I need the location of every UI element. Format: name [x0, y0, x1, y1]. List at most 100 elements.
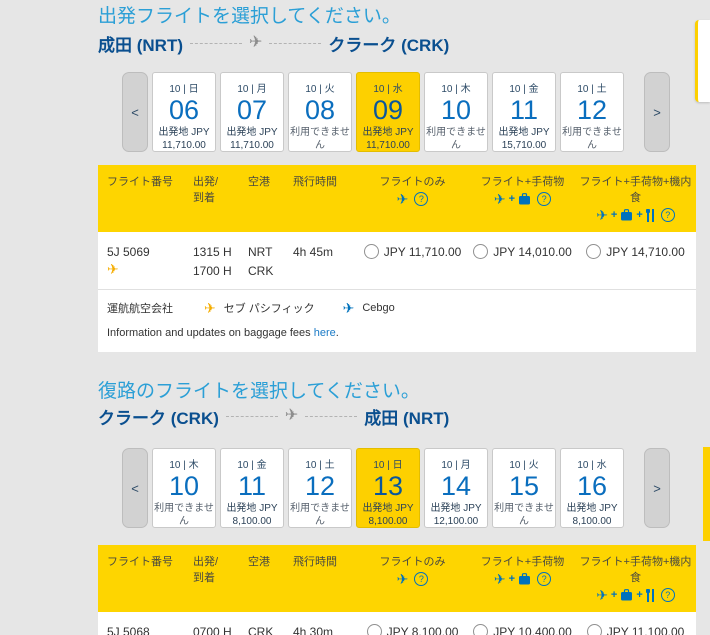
return-prev-dates-button[interactable]: <: [122, 448, 148, 528]
meal-icon: [646, 589, 655, 602]
fare-price: JPY 8,100.00: [387, 623, 459, 635]
plus-sign: +: [509, 574, 515, 585]
date-day-label: 10 | 水: [577, 456, 606, 471]
date-card[interactable]: 10 | 金 11 出発地 JPY8,100.00: [220, 448, 284, 528]
help-icon[interactable]: ?: [414, 192, 428, 206]
radio-button[interactable]: [364, 244, 379, 259]
date-card-selected[interactable]: 10 | 水 09 出発地 JPY11,710.00: [356, 72, 420, 152]
route-dash-line: [190, 43, 242, 44]
date-card[interactable]: 10 | 月 14 出発地 JPY12,100.00: [424, 448, 488, 528]
cebgo-plane-icon: ✈: [343, 301, 355, 315]
date-card-unavailable[interactable]: 10 | 木 10 利用できません: [152, 448, 216, 528]
date-day-label: 10 | 月: [237, 80, 266, 95]
fare-option-flight-baggage-meal[interactable]: JPY 14,710.00: [575, 243, 696, 280]
date-day-label: 10 | 火: [305, 80, 334, 95]
route-plane-icon: ✈: [285, 408, 298, 424]
return-next-dates-button[interactable]: >: [644, 448, 670, 528]
flight-row: 5J 5069 ✈ 1315 H1700 H NRTCRK 4h 45m JPY…: [98, 232, 696, 280]
help-icon[interactable]: ?: [661, 588, 675, 602]
fare-option-flight-only[interactable]: JPY 8,100.00: [355, 623, 470, 635]
radio-button[interactable]: [587, 624, 602, 635]
date-number: 06: [169, 95, 199, 125]
col-dep-arr: 出発/到着: [193, 173, 248, 232]
help-icon[interactable]: ?: [414, 572, 428, 586]
col-dep-arr: 出発/到着: [193, 553, 248, 612]
baggage-fees-link[interactable]: here: [314, 327, 336, 339]
fare-price: JPY 11,710.00: [384, 243, 462, 262]
date-card-unavailable[interactable]: 10 | 火 15 利用できません: [492, 448, 556, 528]
fare-option-flight-baggage[interactable]: JPY 14,010.00: [470, 243, 575, 280]
baggage-icon: [518, 193, 531, 205]
operating-carrier-label: 運航航空会社: [107, 300, 204, 316]
col-flight-number: フライト番号: [98, 173, 193, 232]
date-card-selected[interactable]: 10 | 日 13 出発地 JPY8,100.00: [356, 448, 420, 528]
date-card-unavailable[interactable]: 10 | 火 08 利用できません: [288, 72, 352, 152]
radio-button[interactable]: [367, 624, 382, 635]
return-route: クラーク (CRK) ✈ 成田 (NRT): [98, 404, 449, 428]
date-card[interactable]: 10 | 日 06 出発地 JPY11,710.00: [152, 72, 216, 152]
date-unavailable-label: 利用できません: [561, 126, 623, 152]
date-number: 09: [373, 95, 403, 125]
fare-option-flight-baggage[interactable]: JPY 10,400.00: [470, 623, 575, 635]
fare-table-header: フライト番号 出発/到着 空港 飛行時間 フライトのみ ✈ ? フライト+手荷物…: [98, 165, 696, 232]
route-dash-line: [226, 416, 278, 417]
col-fare-flight-baggage: フライト+手荷物 ✈ + ?: [470, 173, 575, 232]
radio-button[interactable]: [586, 244, 601, 259]
cutoff-yellow-panel: [703, 447, 710, 541]
return-origin: クラーク (CRK): [98, 404, 219, 429]
outbound-next-dates-button[interactable]: >: [644, 72, 670, 152]
date-day-label: 10 | 土: [577, 80, 606, 95]
date-card[interactable]: 10 | 月 07 出発地 JPY11,710.00: [220, 72, 284, 152]
date-day-label: 10 | 月: [441, 456, 470, 471]
date-price: 出発地 JPY12,100.00: [425, 502, 487, 528]
airports-cell: CRKNRT: [248, 623, 293, 635]
plane-icon: ✈: [397, 572, 409, 586]
date-card-unavailable[interactable]: 10 | 木 10 利用できません: [424, 72, 488, 152]
plane-icon: ✈: [397, 192, 409, 206]
date-card[interactable]: 10 | 金 11 出発地 JPY15,710.00: [492, 72, 556, 152]
date-number: 11: [238, 471, 266, 501]
date-price: 出発地 JPY15,710.00: [493, 126, 555, 152]
date-number: 14: [441, 471, 471, 501]
radio-button[interactable]: [473, 624, 488, 635]
date-day-label: 10 | 金: [509, 80, 538, 95]
col-airport: 空港: [248, 553, 293, 612]
airports-cell: NRTCRK: [248, 243, 293, 280]
date-unavailable-label: 利用できません: [425, 126, 487, 152]
outbound-prev-dates-button[interactable]: <: [122, 72, 148, 152]
help-icon[interactable]: ?: [537, 572, 551, 586]
fare-price: JPY 11,100.00: [607, 623, 685, 635]
col-fare-flight-only: フライトのみ ✈ ?: [355, 553, 470, 612]
outbound-origin: 成田 (NRT): [98, 31, 183, 56]
route-plane-icon: ✈: [249, 35, 262, 51]
date-card-unavailable[interactable]: 10 | 土 12 利用できません: [288, 448, 352, 528]
fare-option-flight-only[interactable]: JPY 11,710.00: [355, 243, 470, 280]
duration-cell: 4h 45m: [293, 243, 355, 280]
help-icon[interactable]: ?: [537, 192, 551, 206]
date-price: 出発地 JPY8,100.00: [561, 502, 623, 528]
fare-table-header: フライト番号 出発/到着 空港 飛行時間 フライトのみ ✈ ? フライト+手荷物…: [98, 545, 696, 612]
date-number: 10: [169, 471, 199, 501]
return-fare-table: フライト番号 出発/到着 空港 飛行時間 フライトのみ ✈ ? フライト+手荷物…: [98, 545, 696, 635]
col-fare-flight-baggage-meal: フライト+手荷物+機内食 ✈ + + ?: [575, 553, 696, 612]
plus-sign: +: [636, 210, 642, 221]
help-icon[interactable]: ?: [661, 208, 675, 222]
baggage-fees-note: Information and updates on baggage fees …: [98, 316, 696, 352]
radio-button[interactable]: [473, 244, 488, 259]
date-day-label: 10 | 日: [169, 80, 198, 95]
return-date-selector: < 10 | 木 10 利用できません 10 | 金 11 出発地 JPY8,1…: [122, 448, 670, 528]
date-number: 16: [577, 471, 607, 501]
fare-price: JPY 14,710.00: [606, 243, 685, 262]
outbound-date-selector: < 10 | 日 06 出発地 JPY11,710.00 10 | 月 07 出…: [122, 72, 670, 152]
col-fare-flight-baggage: フライト+手荷物 ✈ + ?: [470, 553, 575, 612]
plus-sign: +: [611, 210, 617, 221]
date-day-label: 10 | 水: [373, 80, 402, 95]
col-fare-flight-baggage-meal: フライト+手荷物+機内食 ✈ + + ?: [575, 173, 696, 232]
date-number: 13: [373, 471, 403, 501]
col-duration: 飛行時間: [293, 553, 355, 612]
date-card[interactable]: 10 | 水 16 出発地 JPY8,100.00: [560, 448, 624, 528]
date-price: 出発地 JPY8,100.00: [357, 502, 419, 528]
fare-option-flight-baggage-meal[interactable]: JPY 11,100.00: [575, 623, 696, 635]
date-card-unavailable[interactable]: 10 | 土 12 利用できません: [560, 72, 624, 152]
date-day-label: 10 | 日: [373, 456, 402, 471]
